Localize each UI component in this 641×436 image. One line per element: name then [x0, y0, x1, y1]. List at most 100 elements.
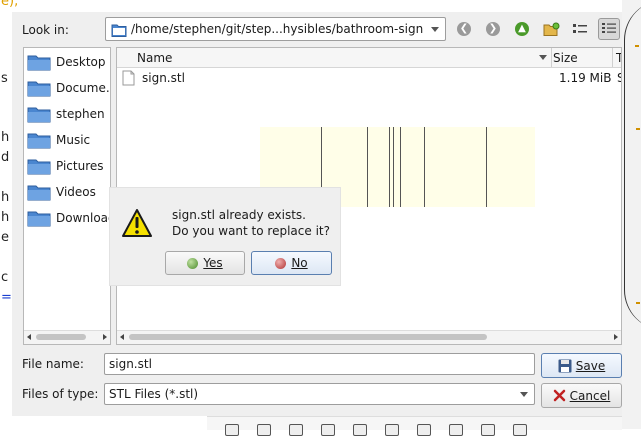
file-list-horizontal-scrollbar[interactable] — [117, 330, 621, 344]
parent-directory-button[interactable]: ▲ — [511, 18, 533, 40]
save-file-dialog: Look in: /home/stephen/git/step...hysibl… — [12, 12, 622, 416]
up-arrow-icon: ▲ — [515, 22, 529, 36]
sidebar-item-home[interactable]: stephen — [27, 103, 105, 125]
scrollbar-thumb[interactable] — [129, 334, 487, 340]
yes-button-label: Yes — [203, 256, 223, 270]
folder-icon — [27, 107, 51, 123]
check-icon — [187, 257, 199, 269]
sidebar-item-label: Videos — [56, 185, 96, 199]
warning-icon — [121, 208, 153, 241]
current-path: /home/stephen/git/step...hysibles/bathro… — [131, 22, 424, 36]
preview-line — [389, 127, 390, 207]
file-name-input[interactable]: sign.stl — [104, 353, 535, 375]
forward-button[interactable]: ❯ — [482, 18, 504, 40]
column-separator[interactable] — [551, 48, 552, 67]
sidebar-item-videos[interactable]: Videos — [27, 181, 96, 203]
file-type: S — [617, 71, 621, 85]
toolbar-icon[interactable] — [289, 424, 303, 436]
close-icon — [553, 389, 566, 402]
toolbar-icon[interactable] — [353, 424, 367, 436]
files-of-type-value: STL Files (*.stl) — [109, 387, 199, 401]
sidebar-item-label: stephen — [56, 107, 105, 121]
floppy-icon — [558, 359, 572, 373]
column-separator[interactable] — [612, 48, 613, 67]
background-toolbar — [207, 416, 622, 436]
cancel-button[interactable]: Cancel — [541, 383, 622, 408]
column-header-type[interactable]: T — [616, 51, 621, 65]
canvas-marker — [636, 128, 640, 130]
canvas-curve — [624, 0, 641, 330]
new-folder-button[interactable] — [540, 18, 562, 40]
editor-text: h — [1, 190, 10, 205]
sidebar-item-pictures[interactable]: Pictures — [27, 155, 104, 177]
file-size: 1.19 MiB — [559, 71, 612, 85]
toolbar-icon[interactable] — [225, 424, 239, 436]
folder-icon — [27, 185, 51, 201]
scroll-right-icon[interactable] — [103, 334, 107, 340]
file-name: sign.stl — [142, 71, 185, 85]
back-arrow-icon: ❮ — [457, 22, 471, 36]
editor-text: h — [1, 210, 10, 225]
forward-arrow-icon: ❯ — [486, 22, 500, 36]
scrollbar-thumb[interactable] — [36, 334, 86, 340]
preview-line — [424, 127, 425, 207]
folder-icon — [27, 81, 51, 97]
folder-icon — [27, 55, 51, 71]
editor-text: e); — [1, 0, 19, 9]
sidebar-item-music[interactable]: Music — [27, 129, 90, 151]
preview-line — [486, 127, 487, 207]
column-header-size[interactable]: Size — [553, 51, 578, 65]
sidebar-item-downloads[interactable]: Downloads — [27, 207, 110, 229]
save-button[interactable]: Save — [541, 353, 622, 378]
file-name-value: sign.stl — [109, 357, 152, 371]
cancel-icon — [275, 257, 287, 269]
sidebar-item-label: Desktop — [56, 55, 106, 69]
toolbar-icon[interactable] — [321, 424, 335, 436]
yes-button[interactable]: Yes — [165, 251, 245, 275]
folder-icon — [27, 211, 51, 227]
toolbar-icon[interactable] — [385, 424, 399, 436]
preview-line — [393, 127, 394, 207]
file-name-label: File name: — [22, 357, 84, 371]
folder-icon — [27, 133, 51, 149]
files-of-type-label: Files of type: — [22, 387, 99, 401]
sidebar-item-desktop[interactable]: Desktop — [27, 51, 106, 73]
background-canvas-right — [622, 0, 641, 429]
no-button[interactable]: No — [251, 251, 332, 275]
column-header-name[interactable]: Name — [137, 51, 172, 65]
no-button-label: No — [291, 256, 308, 270]
toolbar-icon[interactable] — [417, 424, 431, 436]
document-icon — [122, 70, 135, 89]
look-in-combo[interactable]: /home/stephen/git/step...hysibles/bathro… — [105, 17, 446, 41]
sort-indicator-icon — [539, 55, 547, 60]
file-row[interactable]: sign.stl 1.19 MiB S — [117, 68, 621, 88]
detail-view-icon — [602, 23, 616, 33]
background-toolbar-area — [12, 416, 622, 436]
toolbar-icon[interactable] — [449, 424, 463, 436]
cancel-button-label: Cancel — [569, 388, 611, 403]
sidebar-horizontal-scrollbar[interactable] — [24, 330, 110, 344]
list-view-button[interactable] — [569, 18, 591, 40]
sidebar-item-label: Docume... — [56, 81, 110, 95]
scroll-right-icon[interactable] — [614, 334, 618, 340]
sidebar-item-label: Downloads — [56, 211, 110, 225]
sidebar-item-label: Music — [56, 133, 91, 147]
toolbar-icon[interactable] — [481, 424, 495, 436]
file-list-header: Name Size T — [117, 48, 621, 68]
editor-text: = — [1, 290, 12, 305]
back-button[interactable]: ❮ — [453, 18, 475, 40]
scroll-left-icon[interactable] — [120, 334, 124, 340]
folder-icon — [111, 23, 127, 40]
sidebar-item-documents[interactable]: Docume... — [27, 77, 110, 99]
new-folder-icon — [543, 22, 559, 36]
background-editor-left: e); s h d h h e c = — [0, 0, 18, 429]
confirm-message-line1: sign.stl already exists. — [172, 208, 306, 222]
detail-view-button[interactable] — [598, 18, 620, 40]
toolbar-icon[interactable] — [257, 424, 271, 436]
folder-icon — [27, 159, 51, 175]
toolbar-icon[interactable] — [513, 424, 527, 436]
files-of-type-combo[interactable]: STL Files (*.stl) — [104, 383, 535, 405]
scroll-left-icon[interactable] — [27, 334, 31, 340]
editor-text: s — [1, 71, 8, 86]
preview-line — [400, 127, 401, 207]
